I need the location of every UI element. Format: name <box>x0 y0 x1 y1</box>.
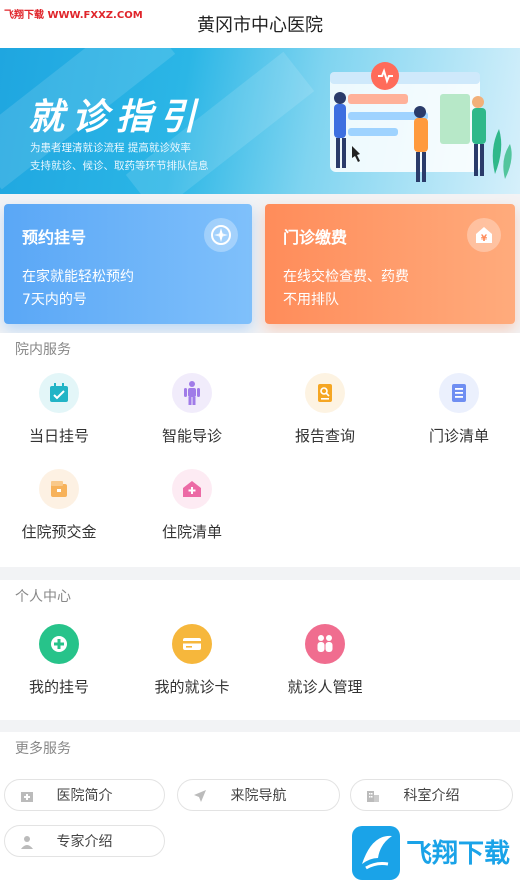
personal-label: 我的就诊卡 <box>154 678 230 696</box>
hospital-services-section: 院内服务 当日挂号 智能导诊 报告查询 门诊清单 住院预交金 住院清单 <box>0 333 520 567</box>
card-desc: 7天内的号 <box>22 292 87 309</box>
service-label: 住院预交金 <box>21 523 97 541</box>
service-inpatient-list[interactable]: 住院清单 <box>142 469 242 542</box>
card-desc: 在家就能轻松预约 <box>22 269 134 285</box>
watermark-logo: 飞翔下载 <box>352 826 510 880</box>
building-icon <box>367 791 379 802</box>
service-label: 住院清单 <box>161 523 222 541</box>
card-icon <box>172 624 212 664</box>
doctor-icon <box>21 836 33 849</box>
watermark-logo-text: 飞翔下载 <box>406 839 510 869</box>
banner-illustration <box>330 62 512 182</box>
hospital-icon <box>21 792 33 802</box>
guide-banner[interactable]: 就诊指引 为患者理清就诊流程 提高就诊效率 支持就诊、候诊、取药等环节排队信息 <box>0 48 520 194</box>
watermark-text: 飞翔下载 WWW.FXXZ.COM <box>4 10 143 21</box>
compass-icon <box>204 218 238 252</box>
service-label: 当日挂号 <box>28 427 89 445</box>
wallet-icon <box>39 469 79 509</box>
plus-circle-icon <box>39 624 79 664</box>
service-same-day-register[interactable]: 当日挂号 <box>9 373 109 446</box>
section-title: 更多服务 <box>15 741 71 757</box>
banner-title: 就诊指引 <box>28 97 205 138</box>
service-label: 门诊清单 <box>428 427 489 445</box>
card-title: 预约挂号 <box>22 228 87 247</box>
personal-my-card[interactable]: 我的就诊卡 <box>142 624 242 697</box>
card-desc: 在线交检查费、药费 <box>283 269 409 285</box>
service-smart-guide[interactable]: 智能导诊 <box>142 373 242 446</box>
calendar-check-icon <box>39 373 79 413</box>
appointment-card[interactable]: 预约挂号 在家就能轻松预约 7天内的号 <box>4 204 252 324</box>
page-title: 黄冈市中心医院 <box>197 15 323 36</box>
personal-my-register[interactable]: 我的挂号 <box>9 624 109 697</box>
yuan-house-icon: ¥ <box>467 218 501 252</box>
more-expert-intro[interactable]: 专家介绍 <box>4 825 165 857</box>
list-icon <box>439 373 479 413</box>
svg-text:¥: ¥ <box>481 234 488 244</box>
personal-label: 我的挂号 <box>28 678 89 696</box>
card-title: 门诊缴费 <box>283 228 348 247</box>
more-hospital-intro[interactable]: 医院简介 <box>4 779 165 811</box>
personal-patient-manage[interactable]: 就诊人管理 <box>275 624 375 697</box>
more-department-intro[interactable]: 科室介绍 <box>350 779 513 811</box>
report-search-icon <box>305 373 345 413</box>
service-report-query[interactable]: 报告查询 <box>275 373 375 446</box>
more-navigation[interactable]: 来院导航 <box>177 779 340 811</box>
section-title: 个人中心 <box>15 589 71 605</box>
card-desc: 不用排队 <box>283 292 339 309</box>
banner-subtitle: 支持就诊、候诊、取药等环节排队信息 <box>30 160 209 172</box>
service-label: 智能导诊 <box>161 427 222 445</box>
section-title: 院内服务 <box>15 342 71 358</box>
navigation-arrow-icon <box>194 790 206 802</box>
human-body-icon <box>172 373 212 413</box>
service-outpatient-list[interactable]: 门诊清单 <box>409 373 509 446</box>
hospital-house-icon <box>172 469 212 509</box>
personal-center-section: 个人中心 我的挂号 我的就诊卡 就诊人管理 <box>0 580 520 720</box>
banner-subtitle: 为患者理清就诊流程 提高就诊效率 <box>30 142 191 154</box>
personal-label: 就诊人管理 <box>287 678 363 696</box>
service-label: 报告查询 <box>294 427 355 445</box>
service-inpatient-deposit[interactable]: 住院预交金 <box>9 469 109 542</box>
family-icon <box>305 624 345 664</box>
payment-card[interactable]: 门诊缴费 在线交检查费、药费 不用排队 ¥ <box>265 204 515 324</box>
